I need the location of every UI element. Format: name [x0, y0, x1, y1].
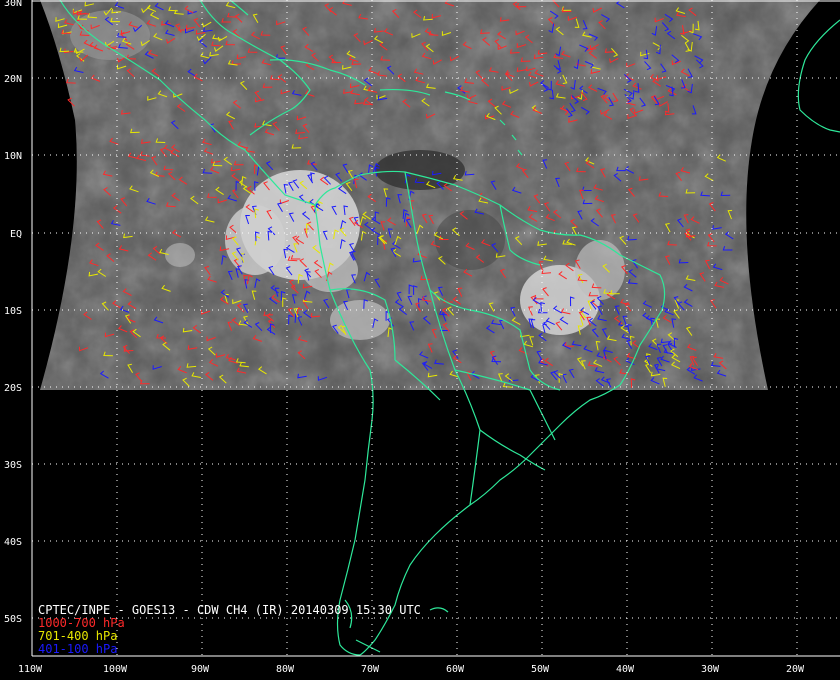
- lon-label-60w: 60W: [446, 664, 465, 675]
- lon-label-30w: 30W: [701, 664, 720, 675]
- lat-label-50s: 50S: [4, 614, 22, 625]
- lat-label-30n: 30N: [4, 0, 22, 9]
- lat-label-10s: 10S: [4, 306, 22, 317]
- lat-label-eq: EQ: [10, 229, 22, 240]
- lon-label-70w: 70W: [361, 664, 380, 675]
- lon-label-110w: 110W: [18, 664, 43, 675]
- lon-label-90w: 90W: [191, 664, 210, 675]
- latitude-labels: 30N 20N 10N EQ 10S 20S 30S 40S 50S: [4, 0, 22, 625]
- lon-label-40w: 40W: [616, 664, 635, 675]
- lon-label-50w: 50W: [531, 664, 550, 675]
- satellite-image-swath: [40, 0, 820, 390]
- satellite-wind-map: 30N 20N 10N EQ 10S 20S 30S 40S 50S 110W …: [0, 0, 840, 680]
- lat-label-10n: 10N: [4, 151, 22, 162]
- longitude-labels: 110W 100W 90W 80W 70W 60W 50W 40W 30W 20…: [18, 664, 805, 675]
- lat-label-40s: 40S: [4, 537, 22, 548]
- legend-high-level: 401-100 hPa: [38, 642, 118, 656]
- lon-label-80w: 80W: [276, 664, 295, 675]
- lon-label-100w: 100W: [103, 664, 128, 675]
- lat-label-20s: 20S: [4, 383, 22, 394]
- lat-label-20n: 20N: [4, 74, 22, 85]
- map-canvas: 30N 20N 10N EQ 10S 20S 30S 40S 50S 110W …: [4, 0, 840, 675]
- lon-label-20w: 20W: [786, 664, 805, 675]
- lat-label-30s: 30S: [4, 460, 22, 471]
